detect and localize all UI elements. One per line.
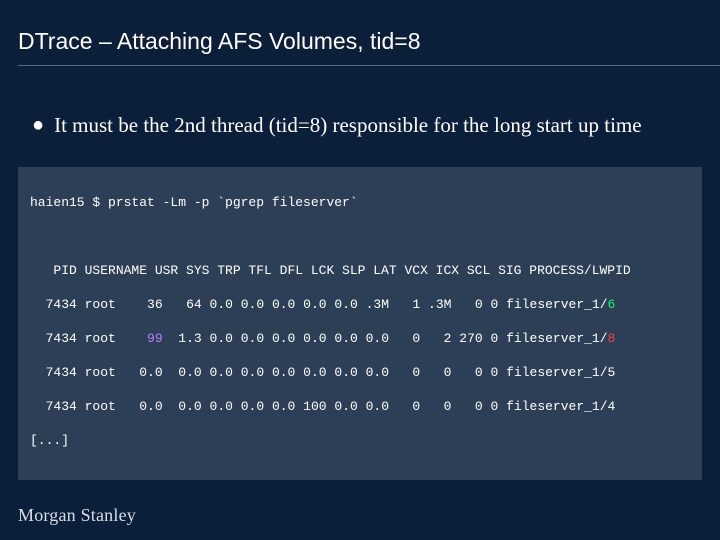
bullet-text: It must be the 2nd thread (tid=8) respon… <box>54 112 641 139</box>
terminal-data-row: 7434 root 0.0 0.0 0.0 0.0 0.0 100 0.0 0.… <box>30 398 690 415</box>
terminal-header-row: PID USERNAME USR SYS TRP TFL DFL LCK SLP… <box>30 262 690 279</box>
usr-highlight: 99 <box>124 331 163 346</box>
terminal-prompt-line: haien15 $ prstat -Lm -p `pgrep fileserve… <box>30 194 690 211</box>
slide-title: DTrace – Attaching AFS Volumes, tid=8 <box>18 28 720 55</box>
terminal-output: haien15 $ prstat -Lm -p `pgrep fileserve… <box>18 167 702 480</box>
terminal-data-row: 7434 root 99 1.3 0.0 0.0 0.0 0.0 0.0 0.0… <box>30 330 690 347</box>
footer-logo: Morgan Stanley <box>18 505 136 526</box>
terminal-data-row: 7434 root 0.0 0.0 0.0 0.0 0.0 0.0 0.0 0.… <box>30 364 690 381</box>
bullet-item: ● It must be the 2nd thread (tid=8) resp… <box>0 76 720 139</box>
terminal-ellipsis: [...] <box>30 432 690 449</box>
bullet-marker: ● <box>32 112 44 139</box>
lwp-highlight: 6 <box>608 297 616 312</box>
terminal-blank-line <box>30 228 690 245</box>
title-underline <box>18 65 720 66</box>
terminal-data-row: 7434 root 36 64 0.0 0.0 0.0 0.0 0.0 .3M … <box>30 296 690 313</box>
title-bar: DTrace – Attaching AFS Volumes, tid=8 <box>0 0 720 76</box>
lwp-highlight: 8 <box>608 331 616 346</box>
